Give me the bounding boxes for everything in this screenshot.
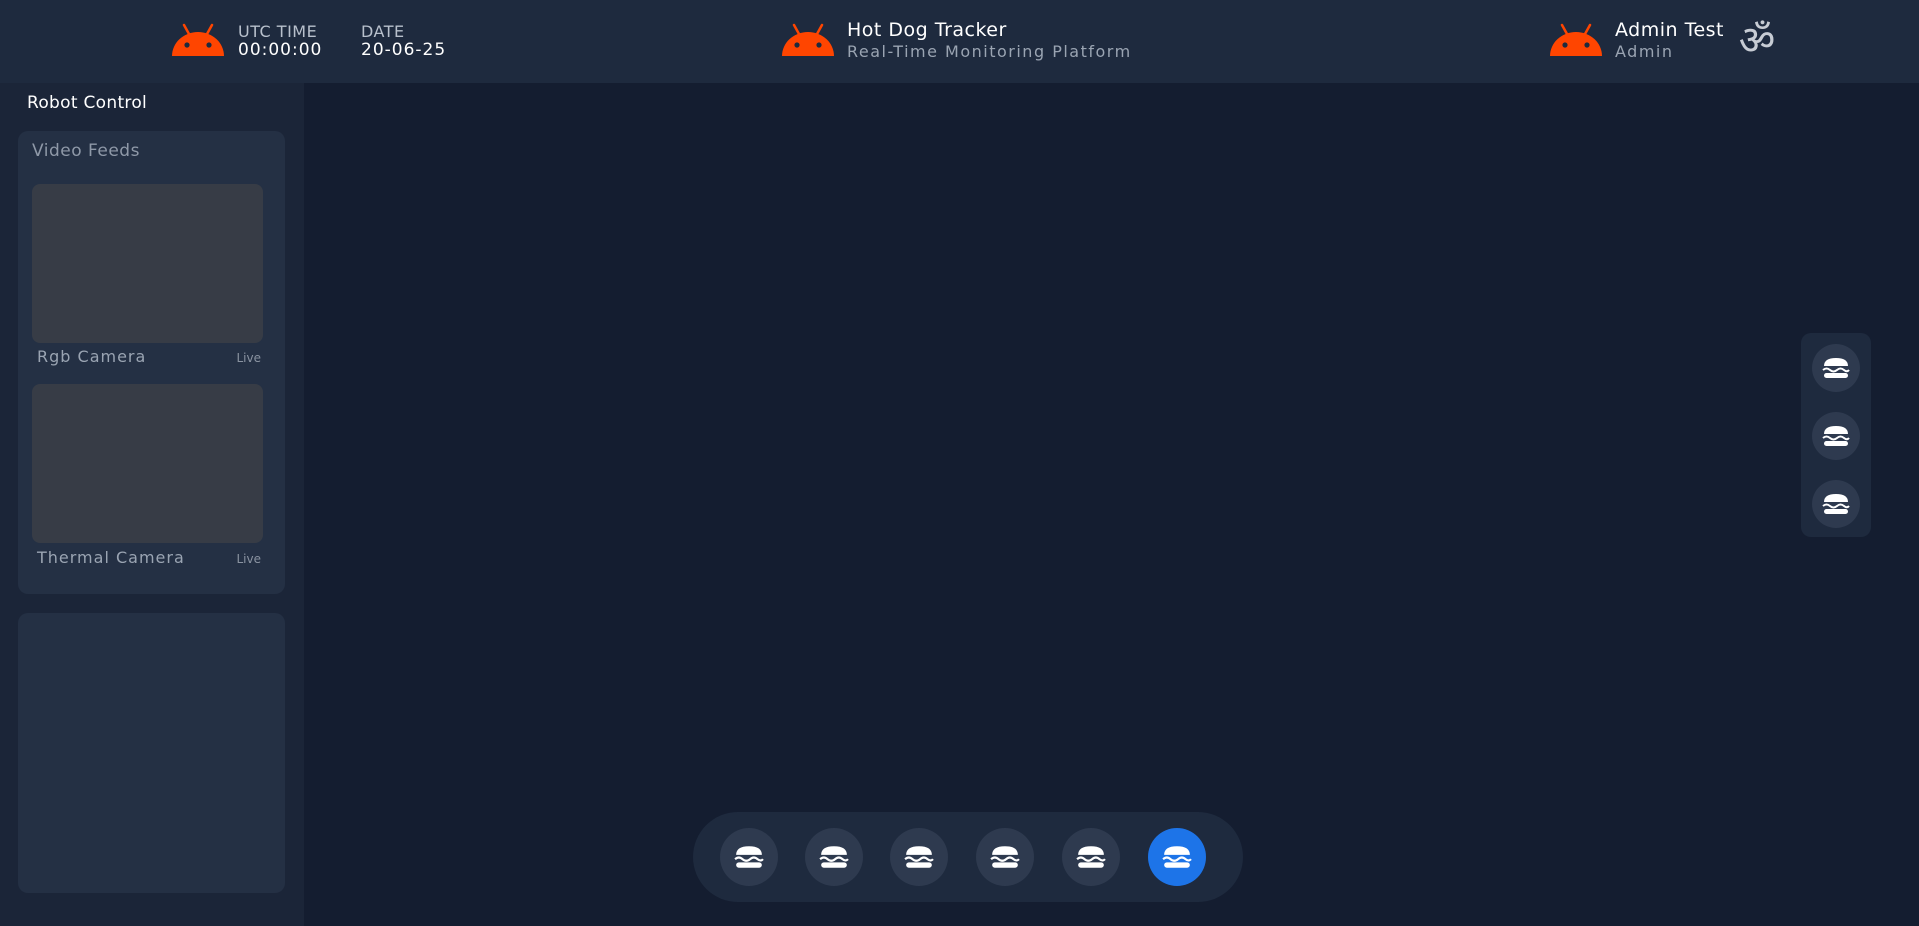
burger-icon xyxy=(990,845,1020,869)
date-value: 20-06-25 xyxy=(361,40,447,60)
app-title: Hot Dog Tracker xyxy=(847,19,1007,41)
dock-button-active[interactable] xyxy=(1148,828,1206,886)
control-panel xyxy=(18,613,285,893)
burger-icon xyxy=(819,845,849,869)
video-feeds-title: Video Feeds xyxy=(32,141,140,161)
sidebar: Robot Control Video Feeds Rgb Camera Liv… xyxy=(0,83,304,926)
dock-button[interactable] xyxy=(720,828,778,886)
burger-icon xyxy=(734,845,764,869)
burger-icon xyxy=(1822,493,1850,515)
utc-time-value: 00:00:00 xyxy=(238,40,323,60)
main-view[interactable] xyxy=(304,83,1919,926)
sidebar-title: Robot Control xyxy=(27,93,148,113)
android-icon xyxy=(781,23,835,57)
side-dock-button[interactable] xyxy=(1812,344,1860,392)
date-label: DATE xyxy=(361,22,405,41)
dock-button[interactable] xyxy=(1062,828,1120,886)
burger-icon xyxy=(1076,845,1106,869)
video-feeds-panel: Video Feeds Rgb Camera Live Thermal Came… xyxy=(18,131,285,594)
thermal-camera-feed[interactable] xyxy=(32,384,263,543)
side-dock-button[interactable] xyxy=(1812,412,1860,460)
app-subtitle: Real-Time Monitoring Platform xyxy=(847,42,1132,61)
burger-icon xyxy=(904,845,934,869)
android-icon xyxy=(171,23,225,57)
android-icon xyxy=(1549,23,1603,57)
rgb-camera-label: Rgb Camera xyxy=(37,347,147,366)
side-dock xyxy=(1801,333,1871,537)
thermal-camera-status: Live xyxy=(236,552,261,566)
rgb-camera-status: Live xyxy=(236,351,261,365)
bottom-dock xyxy=(693,812,1243,902)
burger-icon xyxy=(1822,425,1850,447)
user-role: Admin xyxy=(1615,42,1674,61)
om-icon[interactable]: ॐ xyxy=(1736,18,1778,64)
dock-button[interactable] xyxy=(805,828,863,886)
top-bar: UTC TIME 00:00:00 DATE 20-06-25 Hot Dog … xyxy=(0,0,1919,83)
thermal-camera-label: Thermal Camera xyxy=(37,548,185,567)
side-dock-button[interactable] xyxy=(1812,480,1860,528)
dock-button[interactable] xyxy=(976,828,1034,886)
rgb-camera-feed[interactable] xyxy=(32,184,263,343)
burger-icon xyxy=(1822,357,1850,379)
burger-icon xyxy=(1162,845,1192,869)
dock-button[interactable] xyxy=(890,828,948,886)
user-name: Admin Test xyxy=(1615,19,1725,41)
utc-time-label: UTC TIME xyxy=(238,22,318,41)
